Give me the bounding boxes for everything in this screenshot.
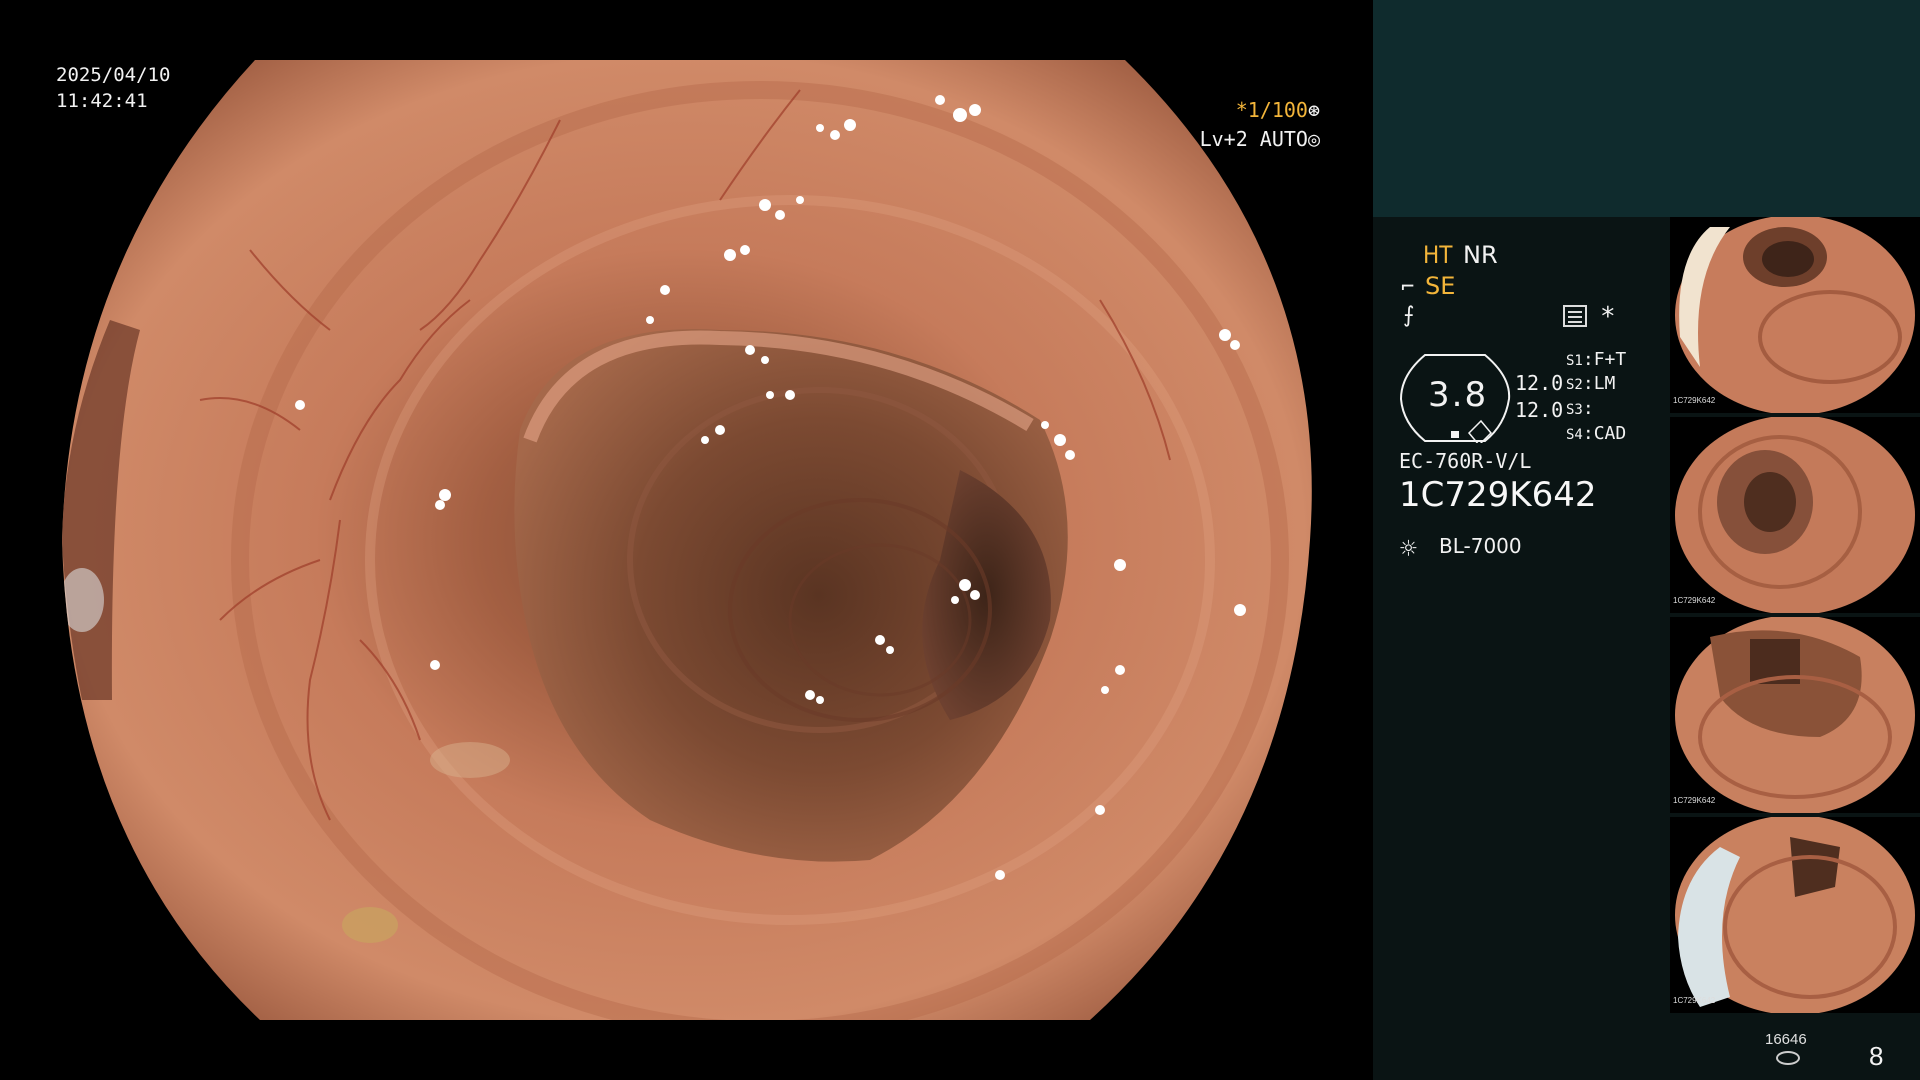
- thumbnail-image: [1675, 217, 1915, 413]
- thumbnail-caption: 1C729K642: [1673, 996, 1716, 1005]
- structure-enhance-icon: ⌐: [1401, 275, 1415, 300]
- slot-value: LM: [1593, 373, 1616, 394]
- scope-model: EC-760R-V/L: [1399, 449, 1532, 473]
- nr-indicator: NR: [1463, 241, 1498, 269]
- time-text: 11:42:41: [56, 90, 148, 112]
- status-side-panel: HT NR ⌐ SE ⨍ * 3.8 12.0 12.0 S1:F+T S2:L…: [1373, 217, 1920, 1080]
- captured-thumbnail[interactable]: 1C729K642: [1670, 817, 1920, 1013]
- storage-icon: [1776, 1051, 1800, 1065]
- ht-indicator: HT: [1423, 241, 1453, 269]
- light-source-model: BL-7000: [1439, 534, 1522, 558]
- endoscopy-image: [62, 60, 1312, 1020]
- level-text: Lv+2 AUTO: [1199, 127, 1308, 151]
- slot-key: S3: [1566, 402, 1583, 418]
- switch-slot-1: S1:F+T: [1566, 349, 1627, 370]
- slot-value: F+T: [1593, 349, 1627, 370]
- captured-thumbnail[interactable]: 1C729K642: [1670, 217, 1920, 413]
- capture-count: 8: [1869, 1041, 1884, 1071]
- se-indicator: SE: [1425, 272, 1456, 300]
- thumbnail-image: [1675, 617, 1915, 813]
- thumbnail-image: [1675, 417, 1915, 613]
- thumbnail-image: [1675, 817, 1915, 1013]
- shutter-icon: ⊛: [1307, 98, 1320, 122]
- switch-slot-4: S4:CAD: [1566, 423, 1627, 444]
- light-source-icon: ☼: [1400, 532, 1417, 565]
- slot-key: S2: [1566, 377, 1583, 393]
- flash-icon: ⨍: [1403, 303, 1415, 328]
- endoscopy-live-view: 2025/04/10 11:42:41 *1/100⊛ Lv+2 AUTO◎: [0, 0, 1372, 1080]
- shutter-speed-readout: *1/100⊛: [1236, 97, 1320, 123]
- zoom-parameter-a: 12.0: [1515, 371, 1564, 395]
- date-time-readout: 2025/04/10 11:42:41: [56, 62, 170, 114]
- asterisk-indicator: *: [1600, 302, 1616, 332]
- slot-key: S4: [1566, 427, 1583, 443]
- captured-thumbnail[interactable]: 1C729K642: [1670, 617, 1920, 813]
- thumbnail-caption: 1C729K642: [1673, 596, 1716, 605]
- slot-key: S1: [1566, 353, 1583, 369]
- thumbnail-caption: 1C729K642: [1673, 796, 1716, 805]
- storage-count: 16646: [1765, 1031, 1807, 1048]
- switch-slot-3: S3:: [1566, 398, 1594, 419]
- captured-thumbnail[interactable]: 1C729K642: [1670, 417, 1920, 613]
- zoom-parameter-b: 12.0: [1515, 398, 1564, 422]
- brightness-level-readout: Lv+2 AUTO◎: [1200, 126, 1320, 152]
- zoom-value: 3.8: [1428, 375, 1489, 415]
- thumbnail-caption: 1C729K642: [1673, 396, 1716, 405]
- shutter-text: *1/100: [1235, 98, 1308, 122]
- slot-value: CAD: [1593, 423, 1627, 444]
- settings-icon: [1563, 305, 1587, 327]
- scope-serial-number: 1C729K642: [1399, 475, 1597, 515]
- side-panel-header: [1373, 0, 1920, 217]
- date-text: 2025/04/10: [56, 64, 171, 86]
- iris-icon: ◎: [1307, 127, 1320, 151]
- switch-slot-2: S2:LM: [1566, 373, 1616, 394]
